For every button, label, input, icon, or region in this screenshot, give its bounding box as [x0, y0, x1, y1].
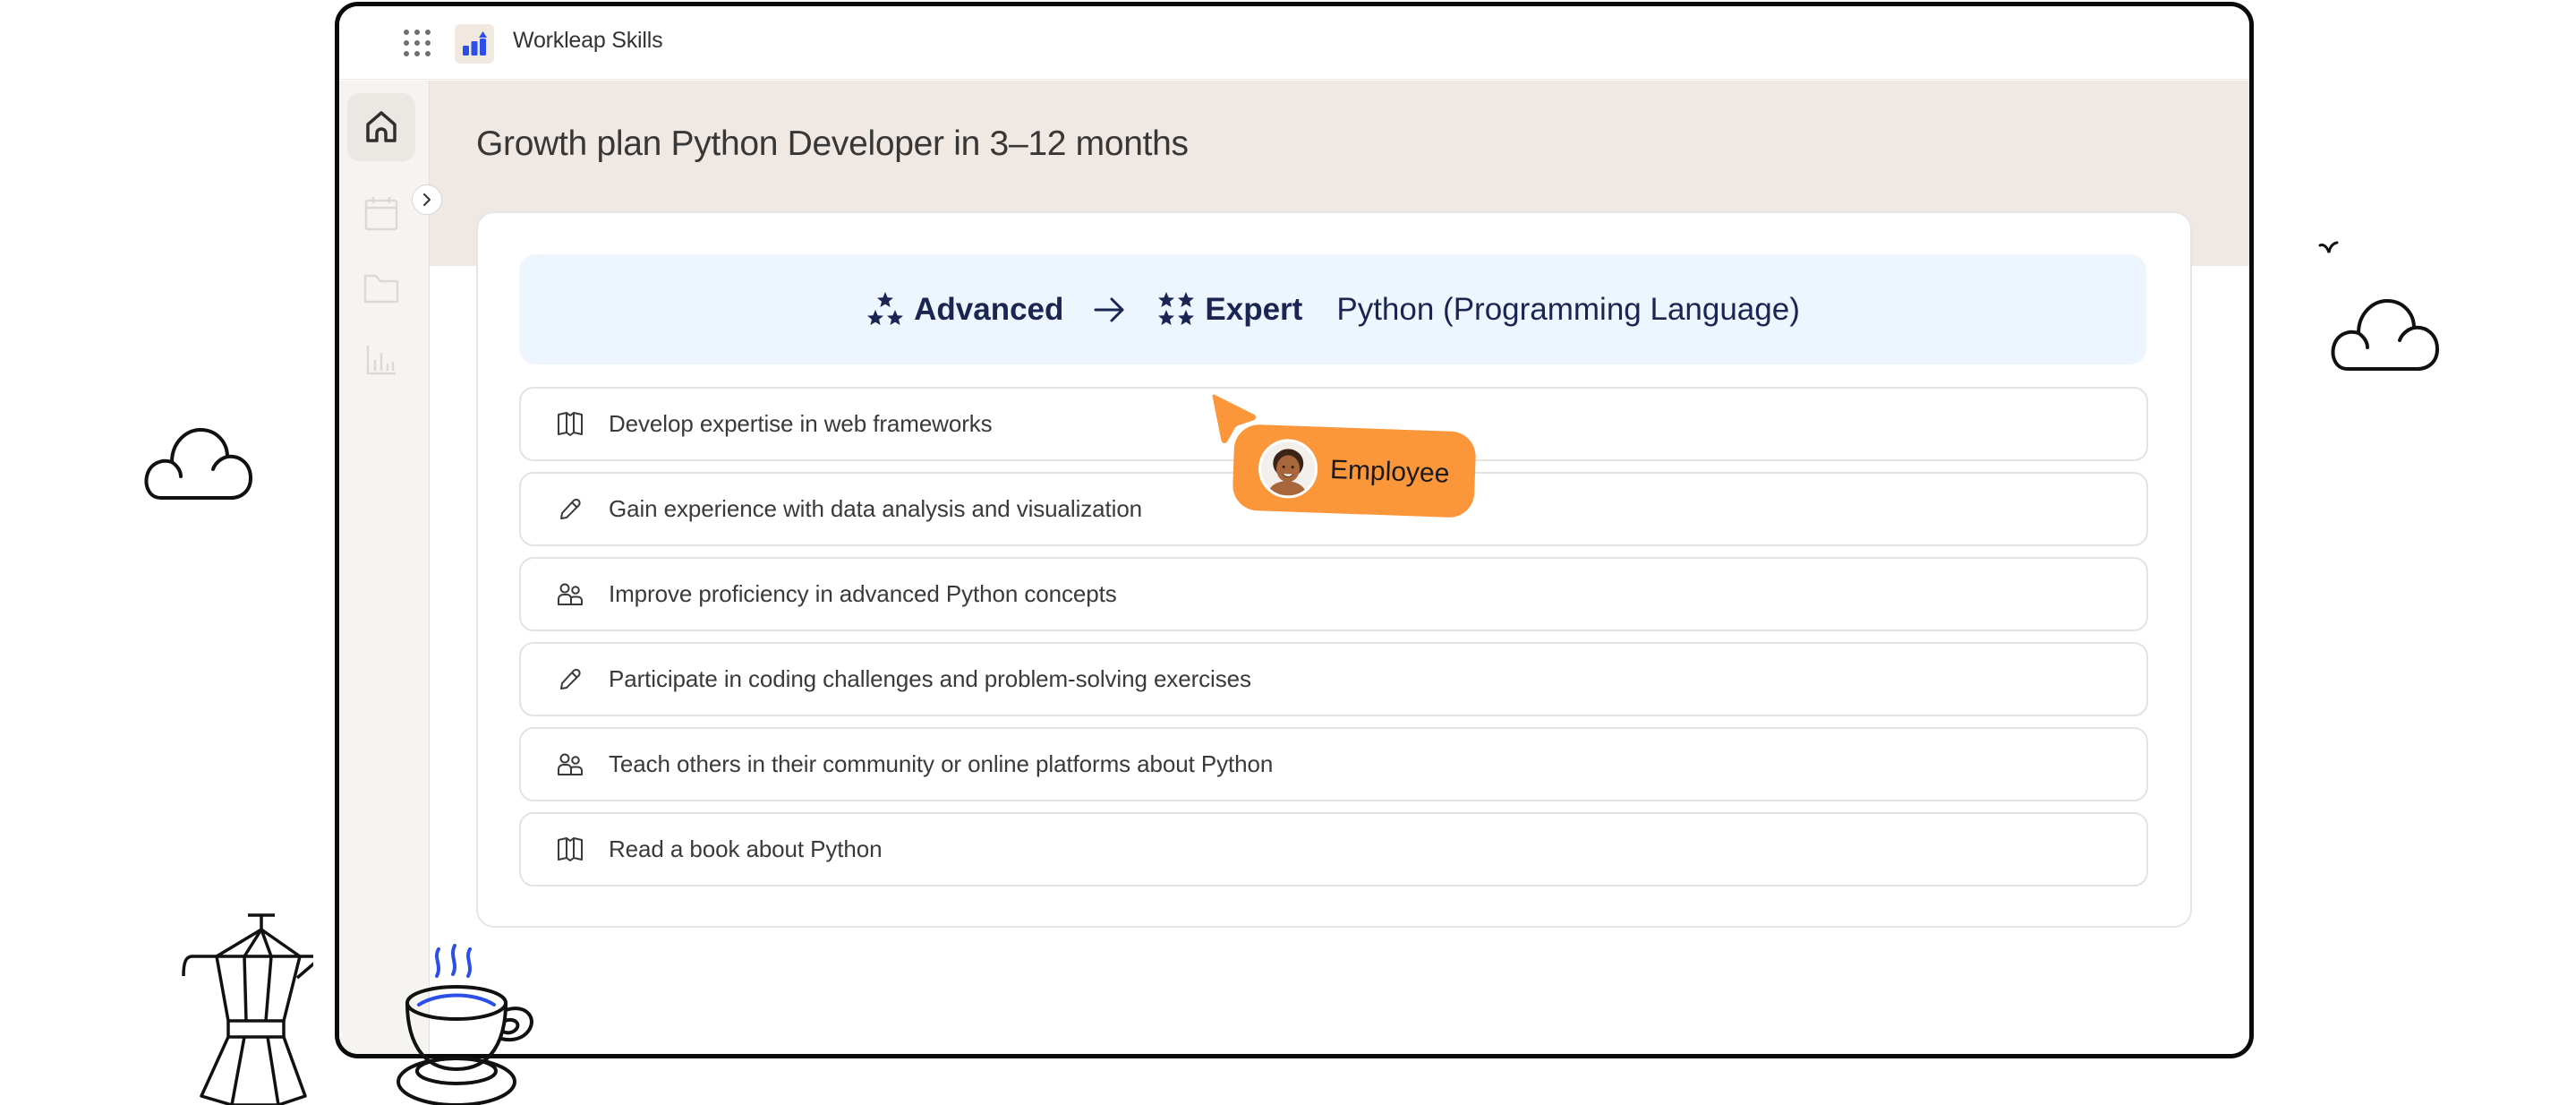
activity-label: Improve proficiency in advanced Python c… — [609, 580, 1117, 607]
sidebar-expand-button[interactable] — [412, 184, 442, 215]
activity-label: Read a book about Python — [609, 835, 883, 862]
app-logo[interactable] — [455, 24, 494, 64]
sidebar-item-folder[interactable] — [347, 254, 415, 322]
bird-icon — [2318, 241, 2339, 253]
skill-level-banner: Advanced Expert Python (Programming Lang… — [519, 254, 2146, 364]
bar-chart-icon — [366, 346, 396, 375]
app-window: Workleap Skills Growth plan Python Devel… — [335, 2, 2254, 1058]
cloud-icon — [2331, 299, 2439, 371]
current-level: Advanced — [866, 290, 1063, 330]
sidebar — [339, 81, 442, 1054]
target-level-label: Expert — [1205, 291, 1303, 327]
employee-cursor-tag: Employee — [1232, 424, 1477, 518]
target-level: Expert — [1156, 290, 1302, 330]
coffee-cup-icon — [397, 944, 533, 1105]
chevron-right-icon — [423, 193, 431, 206]
users-icon — [555, 750, 585, 780]
skill-name: Python (Programming Language) — [1336, 291, 1800, 327]
grid-dots-icon[interactable] — [404, 30, 431, 56]
sidebar-item-calendar[interactable] — [347, 179, 415, 247]
arrow-right-icon — [1094, 296, 1126, 323]
growth-plan-card: Advanced Expert Python (Programming Lang… — [476, 211, 2192, 928]
pencil-icon — [555, 664, 585, 695]
folder-icon — [363, 274, 399, 304]
three-stars-icon — [867, 291, 904, 325]
cloud-icon — [144, 428, 252, 500]
four-stars-icon — [1158, 291, 1195, 325]
activity-row[interactable]: Improve proficiency in advanced Python c… — [519, 557, 2148, 631]
employee-label: Employee — [1329, 455, 1450, 489]
calendar-icon — [364, 197, 398, 231]
activity-row[interactable]: Teach others in their community or onlin… — [519, 727, 2148, 801]
activity-row[interactable]: Participate in coding challenges and pro… — [519, 642, 2148, 716]
moka-pot-icon — [182, 913, 313, 1105]
current-level-label: Advanced — [914, 291, 1064, 327]
book-icon — [555, 835, 585, 865]
activity-label: Gain experience with data analysis and v… — [609, 495, 1143, 522]
avatar — [1257, 438, 1319, 500]
bar-chart-up-icon — [463, 31, 487, 56]
activity-label: Teach others in their community or onlin… — [609, 750, 1274, 777]
app-name: Workleap Skills — [513, 28, 663, 53]
sidebar-item-reports[interactable] — [347, 326, 415, 394]
main-content: Growth plan Python Developer in 3–12 mon… — [430, 81, 2249, 1054]
activity-row[interactable]: Read a book about Python — [519, 812, 2148, 887]
pencil-icon — [555, 494, 585, 525]
top-bar: Workleap Skills — [339, 6, 2249, 80]
home-icon — [366, 111, 397, 142]
activity-label: Participate in coding challenges and pro… — [609, 665, 1251, 692]
sidebar-item-home[interactable] — [347, 93, 415, 161]
page-title: Growth plan Python Developer in 3–12 mon… — [476, 124, 1189, 163]
activity-label: Develop expertise in web frameworks — [609, 410, 993, 437]
book-icon — [555, 409, 585, 440]
users-icon — [555, 579, 585, 610]
